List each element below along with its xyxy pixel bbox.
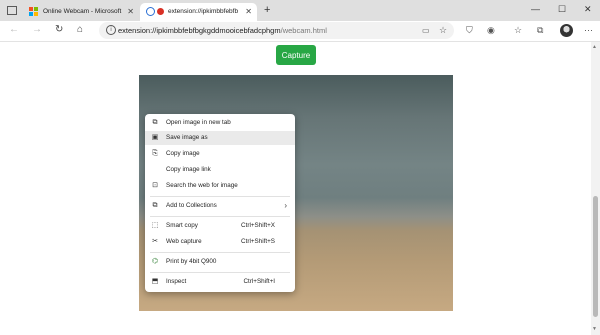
menu-separator [150, 216, 290, 217]
scroll-up-icon[interactable]: ▲ [592, 44, 597, 50]
scroll-down-icon[interactable]: ▼ [592, 326, 597, 332]
menu-item-web-capture[interactable]: ✂ Web capture Ctrl+Shift+S [145, 235, 295, 249]
refresh-icon[interactable]: ↻ [55, 24, 63, 35]
extension-icon[interactable]: ◉ [487, 25, 495, 36]
menu-item-add-to-collections[interactable]: ⧉ Add to Collections › [145, 199, 295, 213]
copy-image-icon: ⎘ [152, 150, 158, 157]
menu-item-open-image-new-tab[interactable]: ⧉ Open image in new tab [145, 116, 295, 130]
recording-indicator-icon [157, 8, 164, 15]
close-tab-icon[interactable]: ✕ [245, 7, 252, 16]
web-capture-icon: ✂ [152, 238, 158, 245]
open-new-tab-icon: ⧉ [152, 119, 158, 126]
menu-item-copy-image[interactable]: ⎘ Copy image [145, 147, 295, 161]
address-bar[interactable]: i extension://ipkimbbfebfbgkgddmooicebfa… [99, 22, 454, 39]
microsoft-logo-icon [29, 7, 38, 16]
maximize-icon[interactable]: ☐ [558, 4, 566, 15]
menu-item-inspect[interactable]: ⬒ Inspect Ctrl+Shift+I [145, 275, 295, 289]
menu-separator [150, 196, 290, 197]
close-tab-icon[interactable]: ✕ [127, 7, 134, 16]
shield-extension-icon[interactable]: ⛉ [466, 25, 473, 36]
page-content: Capture [0, 42, 591, 335]
menu-item-smart-copy[interactable]: ⬚ Smart copy Ctrl+Shift+X [145, 219, 295, 233]
tab-title: extension://ipkimbbfebfbgk [168, 8, 238, 15]
tab-extension[interactable]: extension://ipkimbbfebfbgk ✕ [140, 3, 257, 21]
back-icon[interactable]: ← [9, 24, 19, 35]
camera-in-use-icon[interactable]: ▭ [422, 26, 430, 35]
printer-extension-icon: ⌬ [151, 258, 159, 265]
profile-avatar[interactable] [560, 24, 573, 37]
smart-copy-icon: ⬚ [151, 222, 159, 229]
scrollbar-thumb[interactable] [593, 196, 598, 317]
inspect-icon: ⬒ [151, 278, 159, 285]
menu-separator [150, 272, 290, 273]
menu-item-print[interactable]: ⌬ Print by 4bit Q900 [145, 255, 295, 269]
collections-icon: ⧉ [152, 202, 158, 209]
favorite-star-icon[interactable]: ☆ [439, 25, 447, 36]
menu-item-copy-image-link[interactable]: Copy image link [145, 163, 295, 177]
browser-toolbar: ← → ↻ ⌂ i extension://ipkimbbfebfbgkgddm… [0, 21, 600, 42]
favorites-icon[interactable]: ☆ [514, 25, 522, 36]
more-menu-icon[interactable]: ⋯ [584, 25, 593, 36]
context-menu: ⧉ Open image in new tab ▣ Save image as … [145, 114, 295, 292]
collections-icon[interactable]: ⧉ [537, 25, 543, 36]
window-icon[interactable] [7, 6, 17, 15]
extension-favicon-icon [146, 7, 155, 16]
menu-separator [150, 252, 290, 253]
tab-online-webcam[interactable]: Online Webcam - Microsoft Edge ✕ [23, 3, 139, 21]
url-text: extension://ipkimbbfebfbgkgddmooicebfadc… [118, 26, 327, 35]
new-tab-icon[interactable]: + [264, 4, 270, 16]
tab-title: Online Webcam - Microsoft Edge [43, 8, 123, 15]
menu-item-save-image-as[interactable]: ▣ Save image as [145, 131, 295, 145]
submenu-arrow-icon: › [284, 201, 287, 210]
capture-button[interactable]: Capture [276, 45, 316, 65]
site-info-icon[interactable]: i [106, 25, 116, 35]
minimize-icon[interactable]: — [531, 4, 540, 14]
save-image-icon: ▣ [151, 134, 159, 141]
visual-search-icon: ⊡ [152, 182, 158, 189]
forward-icon[interactable]: → [32, 24, 42, 35]
home-icon[interactable]: ⌂ [77, 24, 83, 35]
close-window-icon[interactable]: ✕ [584, 4, 592, 15]
title-bar: Online Webcam - Microsoft Edge ✕ extensi… [0, 0, 600, 21]
menu-item-search-web-image[interactable]: ⊡ Search the web for image [145, 179, 295, 193]
